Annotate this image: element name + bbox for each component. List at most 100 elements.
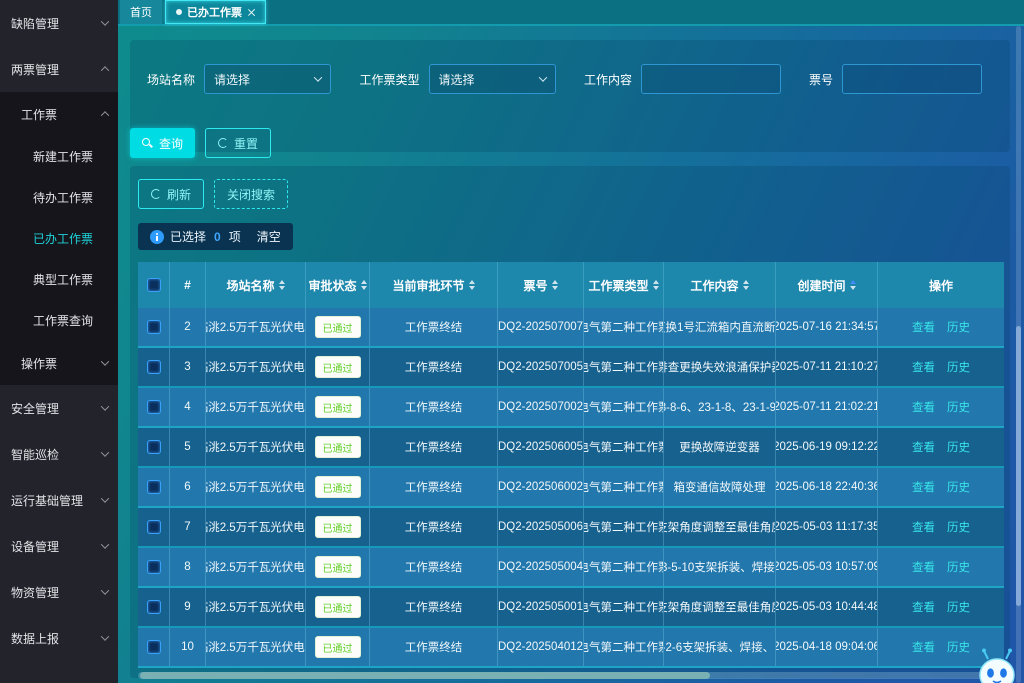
sort-icon[interactable] bbox=[552, 280, 558, 290]
horizontal-scrollbar-thumb[interactable] bbox=[140, 672, 710, 679]
ticket-type-placeholder: 请选择 bbox=[439, 71, 475, 88]
sidebar-item[interactable]: 运行基础管理 bbox=[0, 477, 118, 523]
row-ticket-no: DQ2-202506005 bbox=[498, 428, 584, 466]
sort-icon[interactable] bbox=[469, 280, 475, 290]
view-link[interactable]: 查看 bbox=[912, 559, 935, 575]
view-link[interactable]: 查看 bbox=[912, 319, 935, 335]
view-link[interactable]: 查看 bbox=[912, 479, 935, 495]
ticket-type-select[interactable]: 请选择 bbox=[429, 64, 556, 94]
status-badge: 已通过 bbox=[315, 396, 361, 418]
horizontal-scrollbar[interactable] bbox=[138, 672, 1004, 679]
sidebar-item-label: 待办工作票 bbox=[33, 189, 93, 206]
row-approval-step: 工作票终结 bbox=[370, 308, 498, 346]
row-ticket-no: DQ2-202507007 bbox=[498, 308, 584, 346]
history-link[interactable]: 历史 bbox=[947, 319, 970, 335]
close-search-button[interactable]: 关闭搜索 bbox=[214, 179, 288, 209]
column-header-ticket-no[interactable]: 票号 bbox=[498, 262, 584, 308]
column-header-status[interactable]: 审批状态 bbox=[306, 262, 370, 308]
row-checkbox[interactable] bbox=[147, 480, 161, 494]
sidebar-item[interactable]: 待办工作票 bbox=[0, 177, 118, 218]
sidebar-item[interactable]: 操作票 bbox=[0, 341, 118, 385]
history-link[interactable]: 历史 bbox=[947, 519, 970, 535]
status-badge: 已通过 bbox=[315, 476, 361, 498]
column-header-actions: 操作 bbox=[878, 262, 1004, 308]
sort-icon[interactable] bbox=[850, 280, 856, 290]
row-approval-step: 工作票终结 bbox=[370, 428, 498, 466]
view-link[interactable]: 查看 bbox=[912, 639, 935, 655]
column-header-content[interactable]: 工作内容 bbox=[664, 262, 776, 308]
select-all-checkbox[interactable] bbox=[147, 278, 161, 292]
robot-assistant-icon[interactable] bbox=[976, 647, 1018, 683]
table-row: 2 临洮2.5万千瓦光伏电... 已通过 工作票终结 DQ2-202507007… bbox=[138, 308, 1004, 348]
row-checkbox[interactable] bbox=[147, 560, 161, 574]
row-checkbox[interactable] bbox=[147, 320, 161, 334]
work-content-input[interactable] bbox=[641, 64, 781, 94]
tab-home[interactable]: 首页 bbox=[120, 0, 162, 24]
sidebar-item[interactable]: 工作票 bbox=[0, 92, 118, 136]
row-checkbox[interactable] bbox=[147, 360, 161, 374]
row-checkbox[interactable] bbox=[147, 640, 161, 654]
history-link[interactable]: 历史 bbox=[947, 599, 970, 615]
row-checkbox[interactable] bbox=[147, 600, 161, 614]
tab-done-work-tickets[interactable]: 已办工作票 bbox=[165, 0, 266, 24]
sidebar-item[interactable]: 安全管理 bbox=[0, 385, 118, 431]
sort-icon[interactable] bbox=[279, 280, 285, 290]
sidebar-item[interactable]: 工作票查询 bbox=[0, 300, 118, 341]
sidebar-item[interactable]: 典型工作票 bbox=[0, 259, 118, 300]
sidebar-item[interactable]: 新建工作票 bbox=[0, 136, 118, 177]
column-header-created-time[interactable]: 创建时间 bbox=[776, 262, 878, 308]
history-link[interactable]: 历史 bbox=[947, 559, 970, 575]
search-button[interactable]: 查询 bbox=[130, 128, 195, 158]
row-work-content: 箱变通信故障处理 bbox=[664, 468, 776, 506]
vertical-scrollbar[interactable] bbox=[1016, 26, 1021, 683]
history-link[interactable]: 历史 bbox=[947, 639, 970, 655]
sidebar-item-label: 工作票查询 bbox=[33, 312, 93, 329]
sort-icon[interactable] bbox=[361, 280, 367, 290]
refresh-button-label: 刷新 bbox=[167, 186, 191, 203]
row-created-time: 2025-07-16 21:34:57 bbox=[776, 308, 878, 346]
row-ticket-no: DQ2-202506002 bbox=[498, 468, 584, 506]
refresh-button[interactable]: 刷新 bbox=[138, 179, 204, 209]
sidebar-item[interactable]: 已办工作票 bbox=[0, 218, 118, 259]
sort-icon[interactable] bbox=[653, 280, 659, 290]
view-link[interactable]: 查看 bbox=[912, 599, 935, 615]
close-icon[interactable] bbox=[247, 8, 255, 16]
row-work-content: 支架角度调整至最佳角度 bbox=[664, 588, 776, 626]
selected-count: 0 bbox=[214, 230, 221, 244]
sidebar-item[interactable]: 两票管理 bbox=[0, 46, 118, 92]
column-header-station[interactable]: 场站名称 bbox=[206, 262, 306, 308]
row-checkbox[interactable] bbox=[147, 440, 161, 454]
row-index: 6 bbox=[170, 468, 206, 506]
tab-home-label: 首页 bbox=[130, 4, 152, 20]
station-name-select[interactable]: 请选择 bbox=[204, 64, 331, 94]
row-index: 10 bbox=[170, 628, 206, 666]
history-link[interactable]: 历史 bbox=[947, 479, 970, 495]
column-header-type[interactable]: 工作票类型 bbox=[584, 262, 664, 308]
column-header-step[interactable]: 当前审批环节 bbox=[370, 262, 498, 308]
view-link[interactable]: 查看 bbox=[912, 359, 935, 375]
row-checkbox[interactable] bbox=[147, 520, 161, 534]
vertical-scrollbar-thumb[interactable] bbox=[1016, 326, 1021, 606]
sidebar-item[interactable]: 物资管理 bbox=[0, 569, 118, 615]
row-station-name: 临洮2.5万千瓦光伏电... bbox=[206, 388, 306, 426]
ticket-no-input[interactable] bbox=[842, 64, 982, 94]
reset-button[interactable]: 重置 bbox=[205, 128, 271, 158]
sidebar-item[interactable]: 设备管理 bbox=[0, 523, 118, 569]
history-link[interactable]: 历史 bbox=[947, 439, 970, 455]
history-link[interactable]: 历史 bbox=[947, 359, 970, 375]
view-link[interactable]: 查看 bbox=[912, 399, 935, 415]
sidebar-item[interactable]: 数据上报 bbox=[0, 615, 118, 661]
sort-icon[interactable] bbox=[743, 280, 749, 290]
row-approval-step: 工作票终结 bbox=[370, 348, 498, 386]
view-link[interactable]: 查看 bbox=[912, 439, 935, 455]
history-link[interactable]: 历史 bbox=[947, 399, 970, 415]
work-content-label: 工作内容 bbox=[584, 71, 632, 88]
selection-bar: 已选择 0 项 清空 bbox=[138, 223, 293, 250]
table-row: 4 临洮2.5万千瓦光伏电... 已通过 工作票终结 DQ2-202507002… bbox=[138, 388, 1004, 428]
column-label: # bbox=[184, 278, 191, 292]
row-checkbox[interactable] bbox=[147, 400, 161, 414]
clear-selection-button[interactable]: 清空 bbox=[257, 228, 281, 245]
sidebar-item[interactable]: 智能巡检 bbox=[0, 431, 118, 477]
sidebar-item[interactable]: 缺陷管理 bbox=[0, 0, 118, 46]
view-link[interactable]: 查看 bbox=[912, 519, 935, 535]
